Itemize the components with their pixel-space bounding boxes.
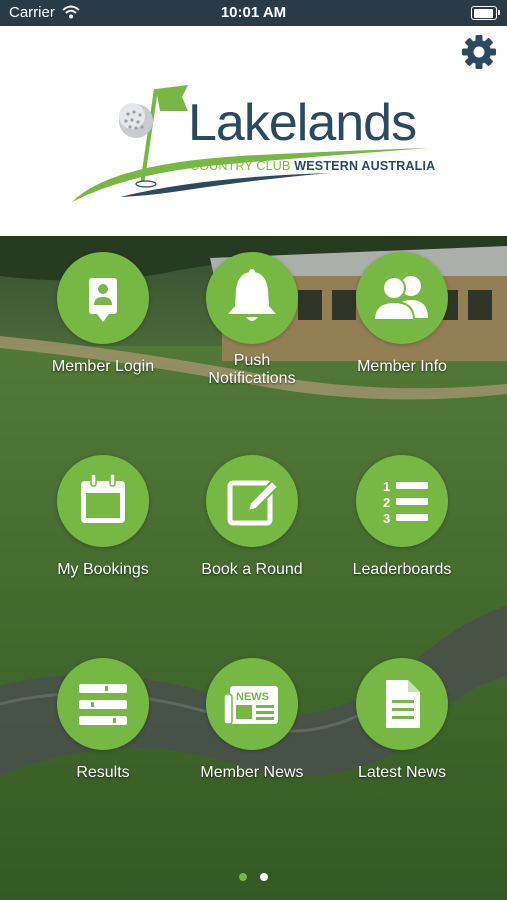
page-indicator (0, 868, 507, 886)
page-dot-1[interactable] (239, 873, 248, 881)
latest-news-tile[interactable]: Latest News (327, 658, 477, 782)
battery-fill (473, 8, 493, 18)
battery-icon (471, 6, 500, 20)
my-bookings-tile[interactable]: My Bookings (28, 455, 178, 579)
tagline-dark: WESTERN AUSTRALIA (294, 159, 436, 173)
member-info-label: Member Info (357, 358, 447, 375)
results-tile[interactable]: Results (28, 658, 178, 782)
edit-pencil-icon (206, 455, 298, 547)
club-logo: Lakelands COUNTRY CLUB WESTERN AUSTRALIA (70, 81, 440, 211)
member-id-icon (57, 252, 149, 344)
home-grid: Member Login Push Notifications Member I… (0, 236, 507, 900)
calendar-icon (57, 455, 149, 547)
settings-gear-icon[interactable] (459, 32, 499, 72)
users-icon (356, 252, 448, 344)
brand-tagline: COUNTRY CLUB WESTERN AUSTRALIA (190, 159, 435, 173)
brand-wordmark: Lakelands (188, 94, 417, 152)
push-label-line1: Push Notifications (208, 352, 296, 387)
numbered-list-icon: 1 2 3 (356, 455, 448, 547)
latest-news-label: Latest News (357, 764, 447, 781)
leaderboards-label: Leaderboards (352, 561, 452, 578)
document-icon (356, 658, 448, 750)
book-a-round-label: Book a Round (201, 561, 303, 578)
newspaper-text: NEWS (236, 691, 269, 703)
page-dot-2[interactable] (259, 873, 268, 881)
list-toggles-icon (57, 658, 149, 750)
member-news-tile[interactable]: NEWS Member News (177, 658, 327, 782)
my-bookings-label: My Bookings (57, 561, 149, 578)
book-a-round-tile[interactable]: Book a Round (177, 455, 327, 579)
status-bar: Carrier 10:01 AM (0, 0, 507, 26)
push-notifications-label: Push Notifications (177, 352, 327, 388)
leaderboard-num-1: 1 (383, 479, 390, 494)
leaderboard-num-2: 2 (383, 495, 390, 510)
results-label: Results (76, 764, 130, 781)
newspaper-icon: NEWS (206, 658, 298, 750)
member-info-tile[interactable]: Member Info (327, 252, 477, 376)
push-notifications-tile[interactable]: Push Notifications (177, 252, 327, 388)
member-login-label: Member Login (51, 358, 155, 375)
member-login-tile[interactable]: Member Login (28, 252, 178, 376)
leaderboard-num-3: 3 (383, 511, 390, 526)
app-header: Lakelands COUNTRY CLUB WESTERN AUSTRALIA (0, 26, 507, 236)
clock-time: 10:01 AM (220, 4, 287, 21)
bell-icon (206, 252, 298, 344)
tagline-green: COUNTRY CLUB (190, 159, 291, 173)
member-news-label: Member News (200, 764, 304, 781)
leaderboards-tile[interactable]: 1 2 3 Leaderboards (327, 455, 477, 579)
